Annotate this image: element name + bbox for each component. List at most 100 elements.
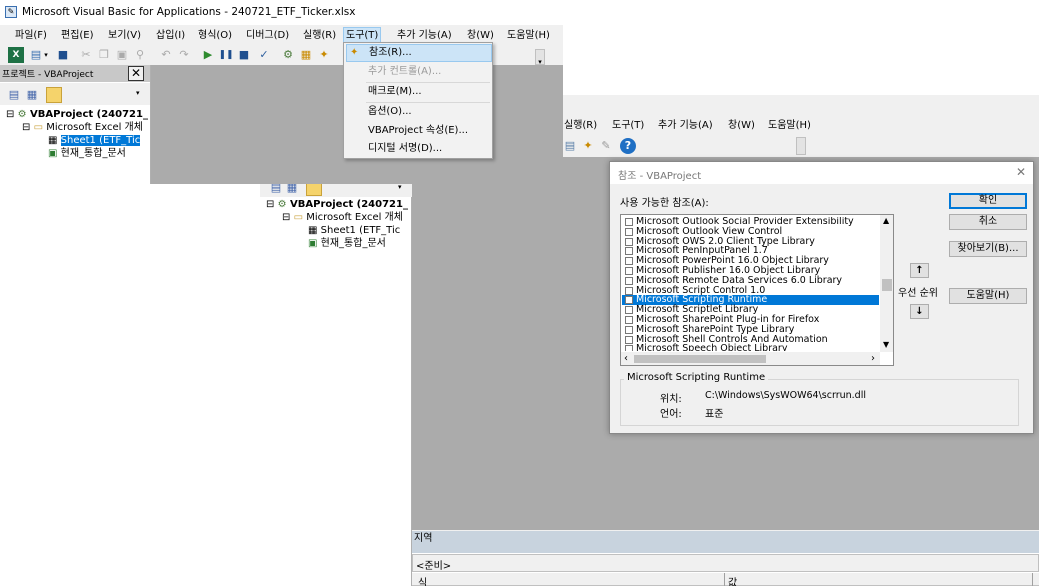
menu-file[interactable]: 파일(F) [13, 27, 49, 45]
save-icon[interactable]: ■ [55, 47, 71, 63]
reference-checkbox[interactable] [625, 276, 633, 285]
reference-item[interactable]: Microsoft Speech Object Library [622, 344, 879, 351]
menu2-run[interactable]: 실행(R) [562, 117, 599, 135]
column-divider[interactable] [724, 573, 725, 586]
reference-checkbox[interactable] [625, 306, 633, 315]
tree-workbook[interactable]: ▣ 현재_통합_문서 [48, 147, 126, 160]
menu-help[interactable]: 도움말(H) [505, 27, 552, 45]
tree-sheet1[interactable]: ▦ Sheet1 (ETF_Tic [48, 134, 141, 147]
menu2-tools[interactable]: 도구(T) [610, 117, 646, 135]
menu-item-macros[interactable]: 매크로(M)... [346, 83, 492, 101]
details-group-title: Microsoft Scripting Runtime [624, 372, 769, 383]
expand-icon[interactable]: ⊟ [282, 212, 294, 223]
menu2-help[interactable]: 도움말(H) [766, 117, 813, 135]
menu-item-additional-controls[interactable]: 추가 컨트롤(A)... [346, 63, 492, 81]
menu-item-project-properties[interactable]: VBAProject 속성(E)... [346, 122, 492, 140]
ok-button[interactable]: 확인 [949, 193, 1027, 209]
reset-icon[interactable]: ■ [236, 47, 252, 63]
project-explorer-icon[interactable]: ⚙ [280, 47, 296, 63]
reference-checkbox[interactable] [625, 227, 633, 236]
cut-icon[interactable]: ✂ [78, 47, 94, 63]
menu-insert[interactable]: 삽입(I) [154, 27, 187, 45]
break-icon[interactable]: ❚❚ [218, 47, 234, 63]
pin-icon[interactable]: ✎ [598, 138, 614, 154]
dropdown-arrow-icon[interactable]: ▾ [42, 47, 50, 63]
paste-icon[interactable]: ▣ [114, 47, 130, 63]
toolbar-overflow[interactable]: ▾ [535, 49, 545, 66]
horizontal-scrollbar[interactable]: ‹ › [621, 352, 880, 365]
help-button[interactable]: 도움말(H) [949, 288, 1027, 304]
priority-down-button[interactable]: ↓ [910, 304, 929, 319]
reference-checkbox[interactable] [625, 316, 633, 324]
tree-label: Microsoft Excel 개체 [46, 122, 143, 133]
reference-checkbox[interactable] [625, 296, 633, 305]
panel-scroll-arrow[interactable]: ▾ [398, 183, 406, 195]
toggle-folders-icon[interactable] [46, 87, 62, 103]
menu-view[interactable]: 보기(V) [106, 27, 143, 45]
expand-icon[interactable]: ⊟ [6, 109, 18, 120]
menu2-window[interactable]: 창(W) [726, 117, 757, 135]
menu-item-references[interactable]: ✦ 참조(R)... [346, 44, 492, 62]
userform-icon[interactable]: ▤ [562, 138, 578, 154]
panel-scroll-arrow[interactable]: ▾ [136, 89, 144, 103]
column-divider[interactable] [1032, 573, 1033, 586]
tree2-workbook[interactable]: ▣ 현재_통합_문서 [308, 237, 386, 250]
copy-icon[interactable]: ❐ [96, 47, 112, 63]
scroll-left-icon[interactable]: ‹ [624, 353, 628, 364]
undo-icon[interactable]: ↶ [158, 47, 174, 63]
priority-up-button[interactable]: ↑ [910, 263, 929, 278]
tree2-sheet1[interactable]: ▦ Sheet1 (ETF_Tic [308, 224, 400, 237]
browse-button[interactable]: 찾아보기(B)... [949, 241, 1027, 257]
project-panel-titlebar: 프로젝트 - VBAProject ✕ [0, 65, 150, 82]
properties-icon[interactable]: ▦ [298, 47, 314, 63]
menu-debug[interactable]: 디버그(D) [244, 27, 291, 45]
reference-checkbox[interactable] [625, 257, 633, 266]
reference-checkbox[interactable] [625, 218, 633, 226]
menu-item-options[interactable]: 옵션(O)... [346, 103, 492, 121]
view-code-icon[interactable]: ▤ [6, 87, 22, 103]
design-mode-icon[interactable]: ✓ [256, 47, 272, 63]
reference-checkbox[interactable] [625, 237, 633, 246]
reference-checkbox[interactable] [625, 267, 633, 275]
locals-col-value[interactable]: 값 [728, 574, 737, 586]
menu2-addins[interactable]: 추가 기능(A) [656, 117, 715, 135]
cancel-button[interactable]: 취소 [949, 214, 1027, 230]
reference-checkbox[interactable] [625, 345, 633, 351]
tree-vbaproject[interactable]: ⊟ ⚙ VBAProject (240721_ [6, 108, 148, 121]
run-icon[interactable]: ▶ [200, 47, 216, 63]
reference-checkbox[interactable] [625, 247, 633, 256]
help-icon[interactable]: ? [620, 138, 636, 154]
references-list[interactable]: Microsoft Outlook Social Provider Extens… [620, 214, 894, 366]
expand-icon[interactable]: ⊟ [22, 122, 34, 133]
reference-checkbox[interactable] [625, 286, 633, 295]
find-icon[interactable]: ⚲ [132, 47, 148, 63]
reference-label: Microsoft Shell Controls And Automation [636, 333, 828, 345]
tree2-vbaproject[interactable]: ⊟ ⚙ VBAProject (240721_ [266, 198, 408, 211]
toolbar-overflow[interactable] [796, 137, 806, 155]
object-browser-icon[interactable]: ✦ [316, 47, 332, 63]
scroll-thumb[interactable] [882, 279, 892, 291]
menu-run[interactable]: 실행(R) [301, 27, 338, 45]
reference-checkbox[interactable] [625, 335, 633, 344]
toolbox-icon[interactable]: ✦ [580, 138, 596, 154]
scroll-up-icon[interactable]: ▲ [883, 216, 889, 225]
close-icon[interactable]: ✕ [128, 66, 144, 81]
tree2-excel-objects[interactable]: ⊟ ▭ Microsoft Excel 개체 [282, 211, 403, 224]
tree-excel-objects[interactable]: ⊟ ▭ Microsoft Excel 개체 [22, 121, 143, 134]
locals-col-expression[interactable]: 식 [418, 574, 427, 586]
menu-format[interactable]: 형식(O) [196, 27, 234, 45]
references-dialog: 참조 - VBAProject ✕ 사용 가능한 참조(A): Microsof… [609, 161, 1034, 434]
vertical-scrollbar[interactable]: ▲ ▼ [880, 215, 893, 352]
menu-edit[interactable]: 편집(E) [59, 27, 96, 45]
scroll-down-icon[interactable]: ▼ [883, 340, 889, 349]
reference-checkbox[interactable] [625, 325, 633, 334]
excel-icon[interactable]: X [8, 47, 24, 63]
view-object-icon[interactable]: ▦ [24, 87, 40, 103]
menu-item-digital-signature[interactable]: 디지털 서명(D)... [346, 140, 492, 158]
dialog-close-icon[interactable]: ✕ [1016, 165, 1026, 179]
scroll-right-icon[interactable]: › [871, 353, 875, 364]
redo-icon[interactable]: ↷ [176, 47, 192, 63]
scroll-thumb[interactable] [634, 355, 766, 363]
expand-icon[interactable]: ⊟ [266, 199, 278, 210]
menu-item-label: 추가 컨트롤(A)... [368, 66, 442, 77]
